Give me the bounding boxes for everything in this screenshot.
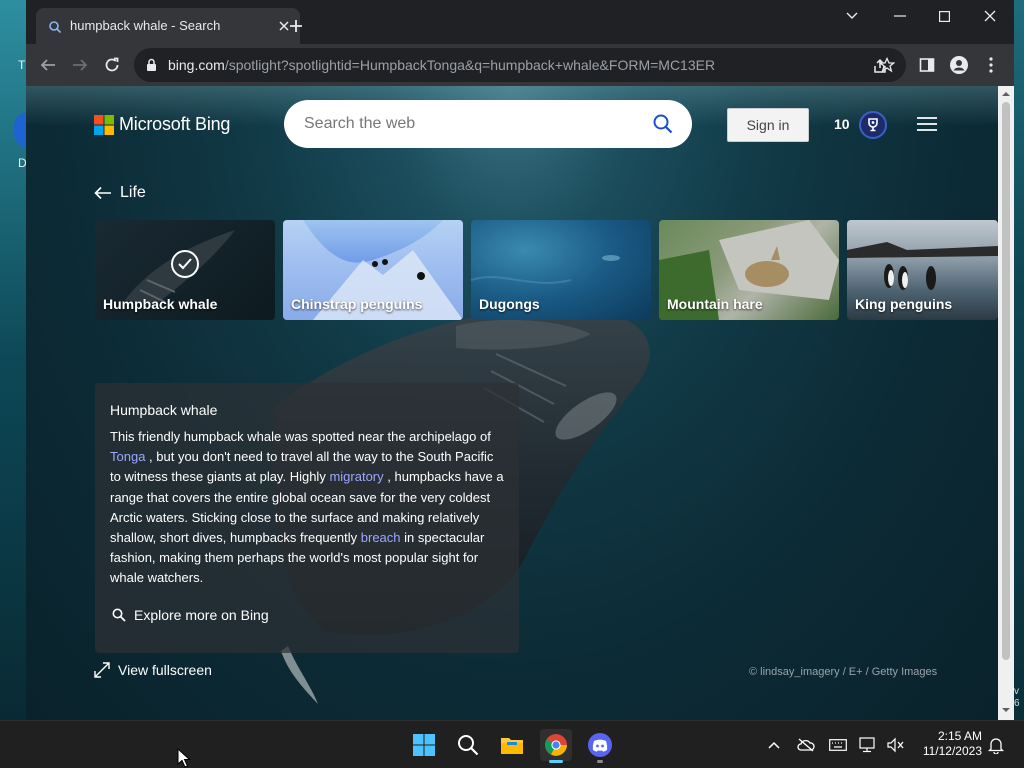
notifications-bell-icon[interactable] [986, 735, 1006, 755]
desktop-edge-text-1: v [1014, 686, 1019, 697]
keyboard-icon[interactable] [828, 735, 848, 755]
clock-date: 11/12/2023 [922, 744, 982, 758]
category-label: Life [120, 184, 146, 201]
reload-icon[interactable] [100, 53, 124, 77]
card-humpback-whale[interactable]: Humpback whale [95, 220, 275, 320]
browser-menu-icon[interactable] [980, 54, 1002, 76]
desktop-edge [0, 0, 26, 720]
card-label: Dugongs [479, 296, 540, 312]
desktop-edge-text-2: 6 [1014, 698, 1020, 709]
browser-window: humpback whale - Search bing.com/spotlig… [26, 0, 1014, 720]
desktop-edge-text: v6 [1014, 686, 1020, 710]
discord-icon[interactable] [584, 729, 616, 763]
bing-brand-name: Microsoft Bing [119, 114, 231, 134]
address-bar[interactable]: bing.com/spotlight?spotlightid=HumpbackT… [134, 48, 906, 82]
back-arrow-icon[interactable] [36, 53, 60, 77]
bing-logo[interactable]: Microsoft Bing [94, 114, 230, 135]
taskbar-clock[interactable]: 2:15 AM 11/12/2023 [912, 729, 982, 759]
network-icon[interactable] [858, 735, 878, 755]
info-panel: Humpback whale This friendly humpback wh… [95, 383, 519, 653]
image-credit: © lindsay_imagery / E+ / Getty Images [749, 666, 938, 678]
browser-tab[interactable]: humpback whale - Search [36, 8, 300, 44]
maximize-icon[interactable] [922, 6, 966, 26]
microsoft-logo-icon [94, 114, 114, 135]
card-label: Humpback whale [103, 296, 218, 312]
tab-search-chevron-icon[interactable] [830, 6, 874, 26]
bookmark-star-icon[interactable] [876, 54, 898, 76]
view-fullscreen-button[interactable]: View fullscreen [94, 662, 212, 678]
url-path: /spotlight?spotlightid=HumpbackTonga&q=h… [224, 57, 716, 73]
profile-avatar-icon[interactable] [948, 54, 970, 76]
card-dugongs[interactable]: Dugongs [471, 220, 651, 320]
spotlight-carousel: Humpback whale Chinstrap penguins Dugong… [94, 220, 998, 320]
file-explorer-icon[interactable] [496, 729, 528, 761]
browser-toolbar: bing.com/spotlight?spotlightid=HumpbackT… [26, 44, 1014, 86]
link-breach[interactable]: breach [361, 530, 401, 545]
scroll-up-icon[interactable] [1002, 90, 1010, 98]
card-label: King penguins [855, 296, 953, 312]
scroll-down-icon[interactable] [1002, 706, 1010, 714]
card-label: Chinstrap penguins [291, 296, 423, 312]
explore-more-button[interactable]: Explore more on Bing [112, 595, 272, 635]
rewards-points[interactable]: 10 [834, 116, 850, 132]
left-arrow-icon [94, 186, 111, 200]
explore-label: Explore more on Bing [134, 607, 269, 623]
link-migratory[interactable]: migratory [329, 469, 383, 484]
windows-taskbar: 2:15 AM 11/12/2023 [0, 720, 1024, 768]
selected-check-icon [171, 250, 199, 278]
search-favicon-icon [49, 21, 62, 34]
card-label: Mountain hare [667, 296, 763, 312]
hamburger-menu-icon[interactable] [916, 116, 938, 132]
link-tonga[interactable]: Tonga [110, 449, 145, 464]
taskbar-search-icon[interactable] [452, 729, 484, 761]
forward-arrow-icon[interactable] [68, 53, 92, 77]
volume-muted-icon[interactable] [886, 735, 906, 755]
minimize-icon[interactable] [878, 6, 922, 26]
page-scrollbar[interactable] [998, 86, 1014, 720]
mouse-cursor-icon [177, 748, 191, 768]
expand-diagonal-icon [94, 662, 110, 678]
scrollbar-thumb[interactable] [1002, 102, 1010, 660]
new-tab-icon[interactable] [284, 14, 308, 38]
tab-title: humpback whale - Search [70, 18, 221, 33]
search-box[interactable] [284, 100, 692, 148]
desktop-icon-label-t: T [18, 58, 26, 72]
chrome-taskbar-icon[interactable] [540, 729, 572, 763]
search-icon [112, 608, 126, 622]
search-input[interactable] [304, 112, 644, 136]
info-description: This friendly humpback whale was spotted… [110, 427, 506, 589]
card-mountain-hare[interactable]: Mountain hare [659, 220, 839, 320]
view-fullscreen-label: View fullscreen [118, 662, 212, 678]
info-text-1: This friendly humpback whale was spotted… [110, 429, 491, 444]
search-icon[interactable] [652, 113, 674, 135]
start-windows-icon[interactable] [408, 729, 440, 761]
card-king-penguins[interactable]: King penguins [847, 220, 998, 320]
rewards-trophy-icon[interactable] [859, 111, 887, 139]
show-hidden-icons-chevron-icon[interactable] [764, 735, 784, 755]
sign-in-button[interactable]: Sign in [727, 108, 809, 142]
onedrive-offline-icon[interactable] [796, 735, 816, 755]
active-app-indicator [549, 760, 563, 763]
side-panel-icon[interactable] [916, 54, 938, 76]
address-url: bing.com/spotlight?spotlightid=HumpbackT… [168, 57, 715, 73]
category-back-link[interactable]: Life [94, 184, 146, 202]
info-title: Humpback whale [110, 402, 218, 418]
open-app-indicator [597, 760, 603, 763]
window-close-icon[interactable] [968, 6, 1012, 26]
clock-time: 2:15 AM [937, 729, 982, 743]
lock-icon [147, 58, 156, 71]
card-chinstrap-penguins[interactable]: Chinstrap penguins [283, 220, 463, 320]
tab-strip: humpback whale - Search [26, 0, 1014, 44]
bing-spotlight-page: Microsoft Bing Sign in 10 Life Humpback … [26, 86, 998, 720]
url-host: bing.com [168, 57, 225, 73]
